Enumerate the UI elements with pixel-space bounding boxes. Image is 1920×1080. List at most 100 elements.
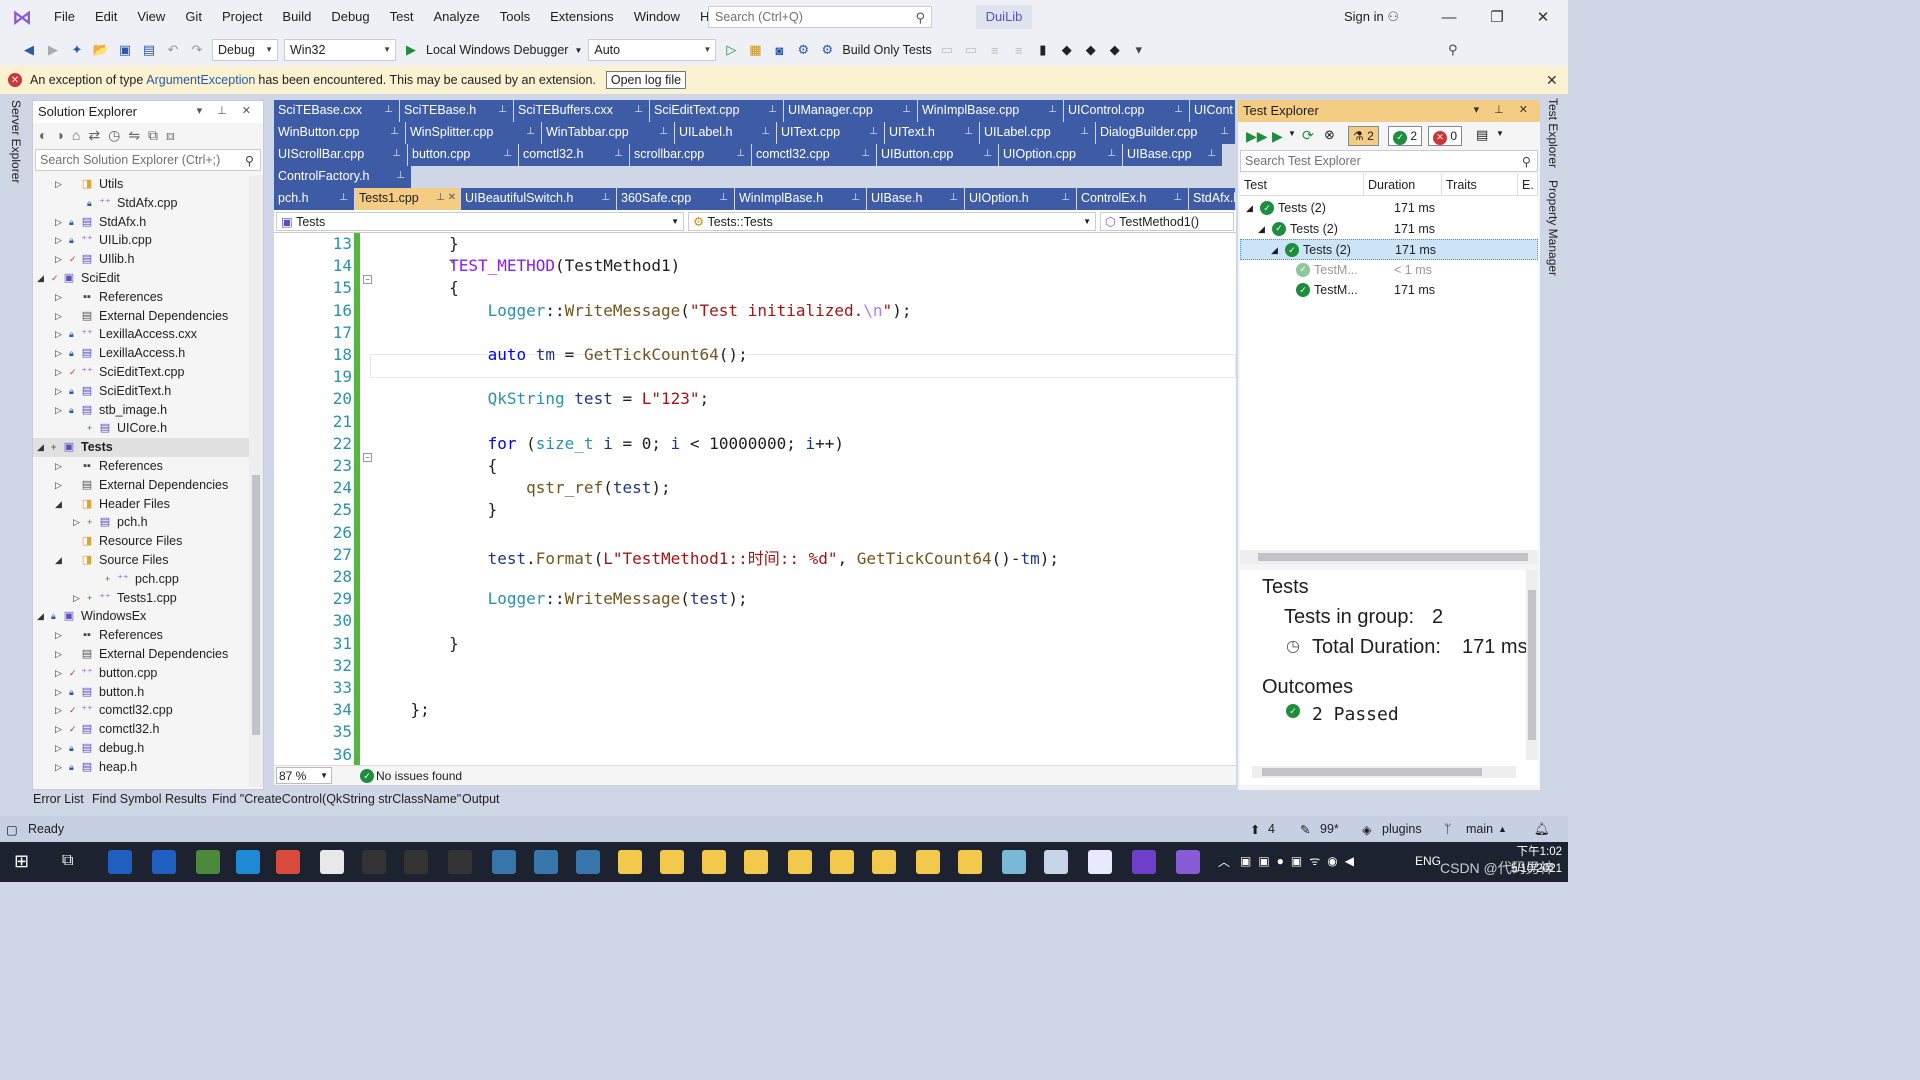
code-line[interactable]: } bbox=[372, 500, 498, 519]
document-tab[interactable]: UIBase.h ⊥ bbox=[867, 188, 965, 210]
run-icon[interactable]: ▶ bbox=[1272, 128, 1283, 145]
repeat-icon[interactable]: ⟳ bbox=[1302, 127, 1314, 144]
cancel-icon[interactable]: ⊗ bbox=[1324, 127, 1335, 143]
undo-icon[interactable]: ↶ bbox=[164, 42, 182, 58]
chevron-down-icon[interactable]: ▼ bbox=[1288, 129, 1296, 138]
document-tab[interactable]: button.cpp ⊥ bbox=[408, 144, 519, 166]
panel-window-controls[interactable]: ▾ ⊥ ✕ bbox=[197, 104, 257, 117]
test-row[interactable]: ◢ ✓ Tests (2) 171 ms bbox=[1240, 239, 1538, 260]
menu-analyze[interactable]: Analyze bbox=[423, 0, 489, 34]
input-language[interactable]: ENG bbox=[1415, 854, 1441, 868]
code-line[interactable]: }; bbox=[372, 700, 430, 719]
redo-icon[interactable]: ↷ bbox=[188, 42, 206, 58]
search-icon[interactable]: ⚲ bbox=[1522, 154, 1531, 169]
expand-arrow-icon[interactable]: ▷ bbox=[55, 758, 65, 777]
document-tab[interactable]: ControlFactory.h ⊥ bbox=[274, 166, 412, 188]
document-tab[interactable]: UILabel.h ⊥ bbox=[675, 122, 777, 144]
folder-3-icon[interactable] bbox=[702, 850, 726, 874]
tree-item[interactable]: ▷ ✓ ⁺⁺ comctl32.cpp bbox=[33, 701, 249, 720]
code-line[interactable]: Logger::WriteMessage("Test initialized.\… bbox=[372, 301, 912, 320]
test-explorer-search[interactable]: Search Test Explorer ⚲ bbox=[1240, 150, 1538, 172]
build-icon[interactable]: ⚙ bbox=[794, 42, 812, 58]
pin-icon[interactable]: ⊥ bbox=[851, 192, 860, 203]
collapse-arrow-icon[interactable]: ◢ bbox=[37, 438, 47, 457]
paint-icon[interactable] bbox=[1044, 850, 1068, 874]
menu-project[interactable]: Project bbox=[212, 0, 272, 34]
expand-arrow-icon[interactable]: ▷ bbox=[55, 382, 65, 401]
auto-dropdown[interactable]: Auto ▼ bbox=[588, 39, 717, 61]
collapse-arrow-icon[interactable]: ◢ bbox=[37, 269, 47, 288]
vertical-scrollbar[interactable] bbox=[249, 175, 263, 787]
tree-item[interactable]: ▷ ◨ Utils bbox=[33, 175, 249, 194]
horizontal-scrollbar[interactable] bbox=[1252, 766, 1516, 778]
screenshot-icon[interactable]: ◙ bbox=[770, 43, 788, 58]
scope-dropdown[interactable]: ⚙ Tests::Tests ▼ bbox=[688, 212, 1096, 231]
document-tab[interactable]: UICont bbox=[1190, 100, 1236, 122]
pin-icon[interactable]: ⊥ bbox=[503, 148, 512, 159]
pin-icon[interactable]: ⊥ bbox=[614, 148, 623, 159]
new-project-icon[interactable]: ✦ bbox=[68, 42, 86, 58]
solution-name-badge[interactable]: DuiLib bbox=[976, 5, 1032, 29]
tree-item[interactable]: ▷ ▪▪ References bbox=[33, 457, 249, 476]
folder-8-icon[interactable] bbox=[916, 850, 940, 874]
tree-item[interactable]: ▷ ▤ External Dependencies bbox=[33, 645, 249, 664]
document-tab[interactable]: comctl32.cpp ⊥ bbox=[752, 144, 877, 166]
test-row[interactable]: ✓ TestM... 171 ms bbox=[1240, 280, 1538, 301]
document-tab[interactable]: StdAfx.h bbox=[1189, 188, 1236, 210]
bookmark-prev-icon[interactable]: ◆ bbox=[1058, 42, 1076, 58]
terminal-icon[interactable] bbox=[362, 850, 386, 874]
code-line[interactable]: test.Format(L"TestMethod1::时间:: %d", Get… bbox=[372, 545, 1059, 569]
tree-item[interactable]: ▷ ✓ ▤ UIlib.h bbox=[33, 250, 249, 269]
pin-icon[interactable]: ⊥ bbox=[1107, 148, 1116, 159]
pin-icon[interactable]: ⊥ bbox=[861, 148, 870, 159]
document-tab[interactable]: UIBeautifulSwitch.h ⊥ bbox=[461, 188, 617, 210]
tree-item[interactable]: ▷ ▤ External Dependencies bbox=[33, 307, 249, 326]
folder-6-icon[interactable] bbox=[830, 850, 854, 874]
document-tab[interactable]: pch.h ⊥ bbox=[274, 188, 355, 210]
pin-icon[interactable]: ⊥ bbox=[719, 192, 728, 203]
menu-window[interactable]: Window bbox=[624, 0, 690, 34]
visual-studio-icon[interactable] bbox=[1176, 850, 1200, 874]
pin-icon[interactable]: ⊥ bbox=[392, 148, 401, 159]
scrollbar-thumb[interactable] bbox=[252, 475, 260, 735]
document-tab[interactable]: UIManager.cpp ⊥ bbox=[784, 100, 918, 122]
tree-item[interactable]: ◢ + ▣ Tests bbox=[33, 438, 249, 457]
tree-item[interactable]: ◢ 🔒︎ ▣ WindowsEx bbox=[33, 607, 249, 626]
test-explorer-side-tab[interactable]: Test Explorer bbox=[1546, 98, 1560, 168]
tree-item[interactable]: ◢ ✓ ▣ SciEdit bbox=[33, 269, 249, 288]
tree-item[interactable]: ▷ ✓ ▤ comctl32.h bbox=[33, 720, 249, 739]
bookmark-next-icon[interactable]: ◆ bbox=[1082, 42, 1100, 58]
document-tab[interactable]: UIOption.h ⊥ bbox=[965, 188, 1077, 210]
search-input[interactable]: Search (Ctrl+Q) ⚲ bbox=[708, 6, 932, 28]
pin-icon[interactable]: ⊥ bbox=[949, 192, 958, 203]
start-debug-icon[interactable]: ▶ bbox=[402, 42, 420, 58]
pencil-icon[interactable]: ✎ bbox=[1300, 822, 1310, 837]
pin-icon[interactable]: ⊥ bbox=[601, 192, 610, 203]
expand-arrow-icon[interactable]: ▷ bbox=[55, 626, 65, 645]
document-tab[interactable]: SciTEBase.cxx ⊥ bbox=[274, 100, 400, 122]
test-row[interactable]: ✓ TestM... < 1 ms bbox=[1240, 260, 1538, 281]
pin-icon[interactable]: ⊥ bbox=[526, 126, 535, 137]
tree-item[interactable]: + ⁺⁺ pch.cpp bbox=[33, 570, 249, 589]
document-tab[interactable]: UIBase.cpp ⊥ bbox=[1123, 144, 1223, 166]
expand-arrow-icon[interactable]: ▷ bbox=[73, 513, 83, 532]
arrow-up-icon[interactable]: ⬆ bbox=[1250, 822, 1260, 837]
run-all-icon[interactable]: ▶▶ bbox=[1246, 128, 1268, 145]
document-tab[interactable]: WinButton.cpp ⊥ bbox=[274, 122, 406, 144]
expand-arrow-icon[interactable]: ▷ bbox=[55, 401, 65, 420]
column-header-test[interactable]: Test bbox=[1240, 174, 1364, 196]
app-window-icon[interactable] bbox=[320, 850, 344, 874]
expand-arrow-icon[interactable]: ▷ bbox=[55, 701, 65, 720]
pin-icon[interactable]: ⊥ bbox=[339, 192, 348, 203]
notifications-icon[interactable]: 🔔︎ bbox=[1534, 822, 1550, 837]
pin-icon[interactable]: ⊥ bbox=[396, 170, 405, 181]
code-line[interactable]: QkString test = L"123"; bbox=[372, 389, 710, 408]
pin-icon[interactable]: ⊥ bbox=[1048, 104, 1057, 115]
tree-item[interactable]: 🔒︎ ⁺⁺ StdAfx.cpp bbox=[33, 194, 249, 213]
folder-4-icon[interactable] bbox=[744, 850, 768, 874]
tree-item[interactable]: ◨ Resource Files bbox=[33, 532, 249, 551]
chevron-down-icon[interactable]: ▼ bbox=[1496, 129, 1504, 138]
playlist-icon[interactable]: ▤ bbox=[1476, 127, 1488, 143]
document-tab[interactable]: UIText.cpp ⊥ bbox=[777, 122, 885, 144]
tab-find-results[interactable]: Find "CreateControl(QkString strClassNam… bbox=[212, 792, 461, 806]
